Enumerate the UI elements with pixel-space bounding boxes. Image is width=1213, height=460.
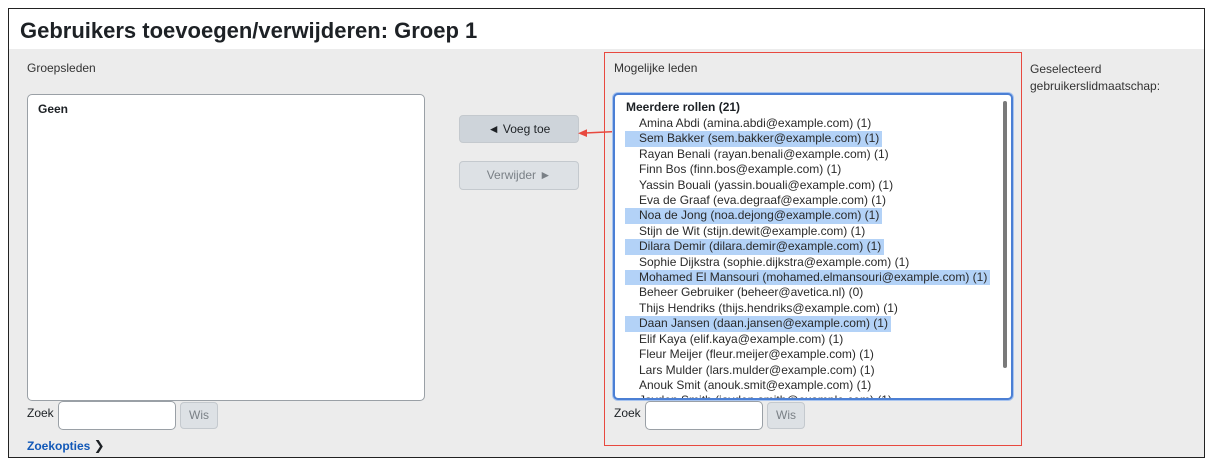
user-option[interactable]: Elif Kaya (elif.kaya@example.com) (1) — [615, 332, 1011, 347]
user-option[interactable]: Amina Abdi (amina.abdi@example.com) (1) — [615, 116, 1011, 131]
user-option[interactable]: Sem Bakker (sem.bakker@example.com) (1) — [625, 131, 883, 147]
group-members-listbox[interactable]: Geen — [27, 94, 425, 401]
user-option-list: Amina Abdi (amina.abdi@example.com) (1) S… — [615, 116, 1011, 398]
user-option[interactable]: Rayan Benali (rayan.benali@example.com) … — [615, 147, 1011, 162]
potential-members-label: Mogelijke leden — [614, 61, 698, 75]
user-option[interactable]: Noa de Jong (noa.dejong@example.com) (1) — [625, 208, 883, 224]
potential-members-search-label: Zoek — [614, 406, 641, 420]
selected-membership-label: Geselecteerd gebruikerslidmaatschap: — [1030, 62, 1161, 93]
group-members-clear-button[interactable]: Wis — [180, 402, 218, 429]
user-option[interactable]: Yassin Bouali (yassin.bouali@example.com… — [615, 178, 1011, 193]
user-option[interactable]: Eva de Graaf (eva.degraaf@example.com) (… — [615, 193, 1011, 208]
scrollbar[interactable] — [1003, 101, 1007, 368]
add-button[interactable]: ◄ Voeg toe — [459, 115, 579, 143]
group-members-search-input[interactable] — [58, 401, 176, 430]
group-members-label: Groepsleden — [27, 61, 96, 75]
search-options-link[interactable]: Zoekopties ❯ — [27, 438, 105, 454]
user-option[interactable]: Anouk Smit (anouk.smit@example.com) (1) — [615, 378, 1011, 393]
user-option[interactable]: Stijn de Wit (stijn.dewit@example.com) (… — [615, 224, 1011, 239]
remove-button[interactable]: Verwijder ► — [459, 161, 579, 190]
user-option[interactable]: Sophie Dijkstra (sophie.dijkstra@example… — [615, 255, 1011, 270]
potential-members-search-input[interactable] — [645, 401, 763, 430]
potential-members-clear-button[interactable]: Wis — [767, 402, 805, 429]
page-title: Gebruikers toevoegen/verwijderen: Groep … — [9, 9, 1204, 49]
user-option[interactable]: Mohamed El Mansouri (mohamed.elmansouri@… — [625, 270, 991, 286]
role-group-label: Meerdere rollen (21) — [626, 100, 741, 114]
group-members-search-label: Zoek — [27, 406, 54, 420]
user-option[interactable]: Lars Mulder (lars.mulder@example.com) (1… — [615, 363, 1011, 378]
potential-members-listbox[interactable]: Meerdere rollen (21) Amina Abdi (amina.a… — [613, 93, 1013, 400]
group-members-empty-text: Geen — [38, 102, 69, 116]
user-option[interactable]: Beheer Gebruiker (beheer@avetica.nl) (0) — [615, 285, 1011, 300]
search-options-label: Zoekopties — [27, 439, 91, 453]
page-frame: Gebruikers toevoegen/verwijderen: Groep … — [8, 8, 1205, 458]
user-option[interactable]: Finn Bos (finn.bos@example.com) (1) — [615, 162, 1011, 177]
user-option[interactable]: Thijs Hendriks (thijs.hendriks@example.c… — [615, 301, 1011, 316]
chevron-right-icon: ❯ — [93, 438, 105, 453]
user-option[interactable]: Daan Jansen (daan.jansen@example.com) (1… — [625, 316, 891, 332]
user-option[interactable]: Jayden Smith (jayden.smith@example.com) … — [615, 393, 1011, 398]
user-option[interactable]: Dilara Demir (dilara.demir@example.com) … — [625, 239, 885, 255]
user-option[interactable]: Fleur Meijer (fleur.meijer@example.com) … — [615, 347, 1011, 362]
